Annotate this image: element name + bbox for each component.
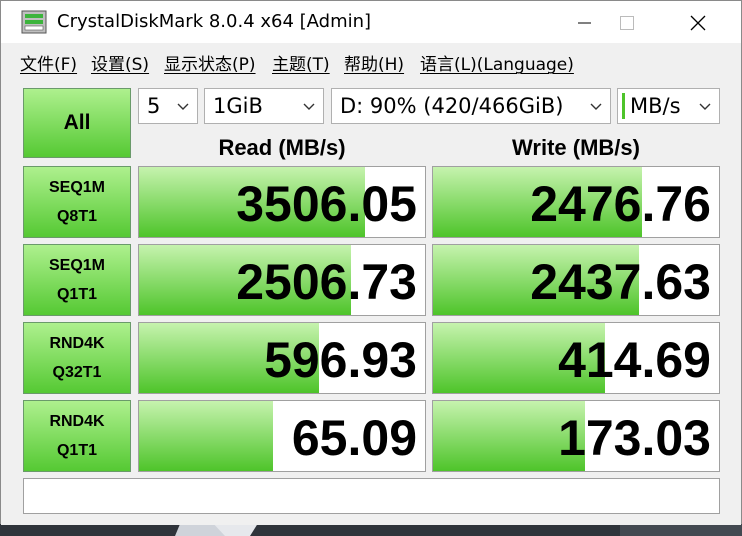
read-result-cell: 3506.05 [138,166,426,238]
run-all-button[interactable]: All [23,88,131,158]
benchmark-panel: All 5 1GiB D: 90% (420/466GiB) MB/s Read… [1,77,741,525]
read-result-cell: 2506.73 [138,244,426,316]
read-result-cell: 596.93 [138,322,426,394]
read-result-bar [139,401,274,471]
drive-select[interactable]: D: 90% (420/466GiB) [331,88,611,124]
minimize-button[interactable] [561,1,607,43]
chevron-down-icon [303,103,315,110]
disk-drive-icon [21,10,47,34]
menu-settings[interactable]: 设置(S) [91,50,149,75]
menu-bar: 文件(F) 设置(S) 显示状态(P) 主题(T) 帮助(H) 语言(L)(La… [1,43,741,77]
test-size-select[interactable]: 1GiB [204,88,324,124]
test-count-value: 5 [147,94,161,118]
write-result-cell: 173.03 [432,400,720,472]
test-name-line2: Q1T1 [56,286,97,303]
test-name-line1: SEQ1M [48,257,105,274]
app-window: CrystalDiskMark 8.0.4 x64 [Admin] 文件(F) … [0,0,742,525]
read-result-value: 2506.73 [236,254,417,310]
write-result-value: 173.03 [558,410,711,466]
window-title: CrystalDiskMark 8.0.4 x64 [Admin] [57,11,372,32]
menu-file[interactable]: 文件(F) [20,50,77,75]
test-name-line2: Q32T1 [52,364,102,381]
write-result-cell: 2437.63 [432,244,720,316]
chevron-down-icon [699,103,711,110]
read-column-header: Read (MB/s) [218,135,346,160]
close-icon [690,15,706,31]
write-column-header: Write (MB/s) [512,135,640,160]
test-name-line1: SEQ1M [48,179,105,196]
read-result-cell: 65.09 [138,400,426,472]
unit-select[interactable]: MB/s [617,88,720,124]
chevron-down-icon [590,103,602,110]
read-result-value: 596.93 [264,332,417,388]
menu-profile[interactable]: 显示状态(P) [164,50,256,75]
read-result-value: 3506.05 [236,176,417,232]
close-button[interactable] [675,1,721,43]
title-bar[interactable]: CrystalDiskMark 8.0.4 x64 [Admin] [1,1,741,43]
write-result-value: 414.69 [558,332,711,388]
unit-value: MB/s [630,94,681,118]
drive-value: D: 90% (420/466GiB) [340,94,564,118]
minimize-icon [578,22,591,24]
test-rnd4k-q1t1-button[interactable]: RND4K Q1T1 [23,400,131,472]
write-result-value: 2437.63 [530,254,711,310]
test-name-line2: Q1T1 [56,442,97,459]
test-seq1m-q1t1-button[interactable]: SEQ1M Q1T1 [23,244,131,316]
chevron-down-icon [177,103,189,110]
test-rnd4k-q32t1-button[interactable]: RND4K Q32T1 [23,322,131,394]
menu-language[interactable]: 语言(L)(Language) [420,50,574,75]
unit-color-marker [622,93,625,119]
menu-help[interactable]: 帮助(H) [344,50,404,75]
maximize-icon [620,16,634,30]
test-name-line1: RND4K [49,335,105,352]
test-count-select[interactable]: 5 [138,88,198,124]
test-name-line1: RND4K [49,413,105,430]
test-name-line2: Q8T1 [56,208,97,225]
maximize-button[interactable] [605,1,651,43]
write-result-cell: 414.69 [432,322,720,394]
test-seq1m-q8t1-button[interactable]: SEQ1M Q8T1 [23,166,131,238]
menu-theme[interactable]: 主题(T) [272,50,330,75]
comment-input[interactable] [23,478,720,514]
test-size-value: 1GiB [213,94,263,118]
write-result-value: 2476.76 [530,176,711,232]
write-result-cell: 2476.76 [432,166,720,238]
read-result-value: 65.09 [291,410,417,466]
